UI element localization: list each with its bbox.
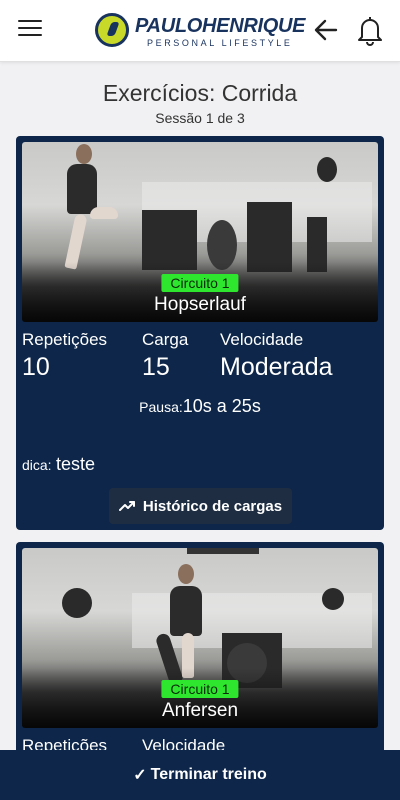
load-label: Carga xyxy=(142,330,189,349)
speed-value: Moderada xyxy=(220,353,333,381)
load-history-label: Histórico de cargas xyxy=(142,497,283,515)
speed-label: Velocidade xyxy=(220,330,304,349)
top-app-bar: PAULOHENRIQUE PERSONAL LIFESTYLE xyxy=(0,0,400,62)
finish-workout-label: Terminar treino xyxy=(150,766,267,783)
stat-load: Carga 15 xyxy=(142,330,188,382)
page-title: Exercícios: Corrida xyxy=(102,80,298,106)
logo-name: PAULOHENRIQUE xyxy=(135,15,306,37)
runner-logo-icon xyxy=(95,13,129,47)
exercise-video-thumbnail[interactable]: Circuito 1 Anfersen xyxy=(22,548,378,728)
exercise-name: Hopserlauf xyxy=(154,294,246,315)
pause-info: Pausa:10s a 25s xyxy=(16,396,384,417)
check-icon: ✓ xyxy=(133,767,147,784)
exercise-card: Circuito 1 Hopserlauf Repetições 10 Carg… xyxy=(16,136,384,530)
back-arrow-icon[interactable] xyxy=(312,16,340,44)
circuit-badge: Circuito 1 xyxy=(161,274,239,292)
notification-bell-icon[interactable] xyxy=(356,14,384,46)
repetitions-value: 10 xyxy=(22,353,50,381)
tip-label: dica: xyxy=(22,457,52,473)
exercise-video-thumbnail[interactable]: Circuito 1 Hopserlauf xyxy=(22,142,378,322)
stat-speed: Velocidade Moderada xyxy=(220,330,333,382)
finish-workout-button[interactable]: ✓ Terminar treino xyxy=(0,750,400,800)
hamburger-menu-icon[interactable] xyxy=(18,20,42,40)
load-value: 15 xyxy=(142,353,170,381)
stat-repetitions: Repetições 10 xyxy=(22,330,107,382)
pause-value: 10s a 25s xyxy=(182,396,261,416)
brand-logo: PAULOHENRIQUE PERSONAL LIFESTYLE xyxy=(95,11,305,51)
logo-tagline: PERSONAL LIFESTYLE xyxy=(147,38,293,48)
load-history-button[interactable]: Histórico de cargas xyxy=(109,488,292,524)
circuit-badge: Circuito 1 xyxy=(161,680,239,698)
session-indicator: Sessão 1 de 3 xyxy=(155,110,245,126)
repetitions-label: Repetições xyxy=(22,330,108,349)
exercise-name: Anfersen xyxy=(161,700,239,721)
pause-label: Pausa: xyxy=(139,399,183,415)
trending-up-icon xyxy=(118,501,135,511)
tip-info: dica: teste xyxy=(22,454,95,475)
tip-value: teste xyxy=(56,454,96,474)
